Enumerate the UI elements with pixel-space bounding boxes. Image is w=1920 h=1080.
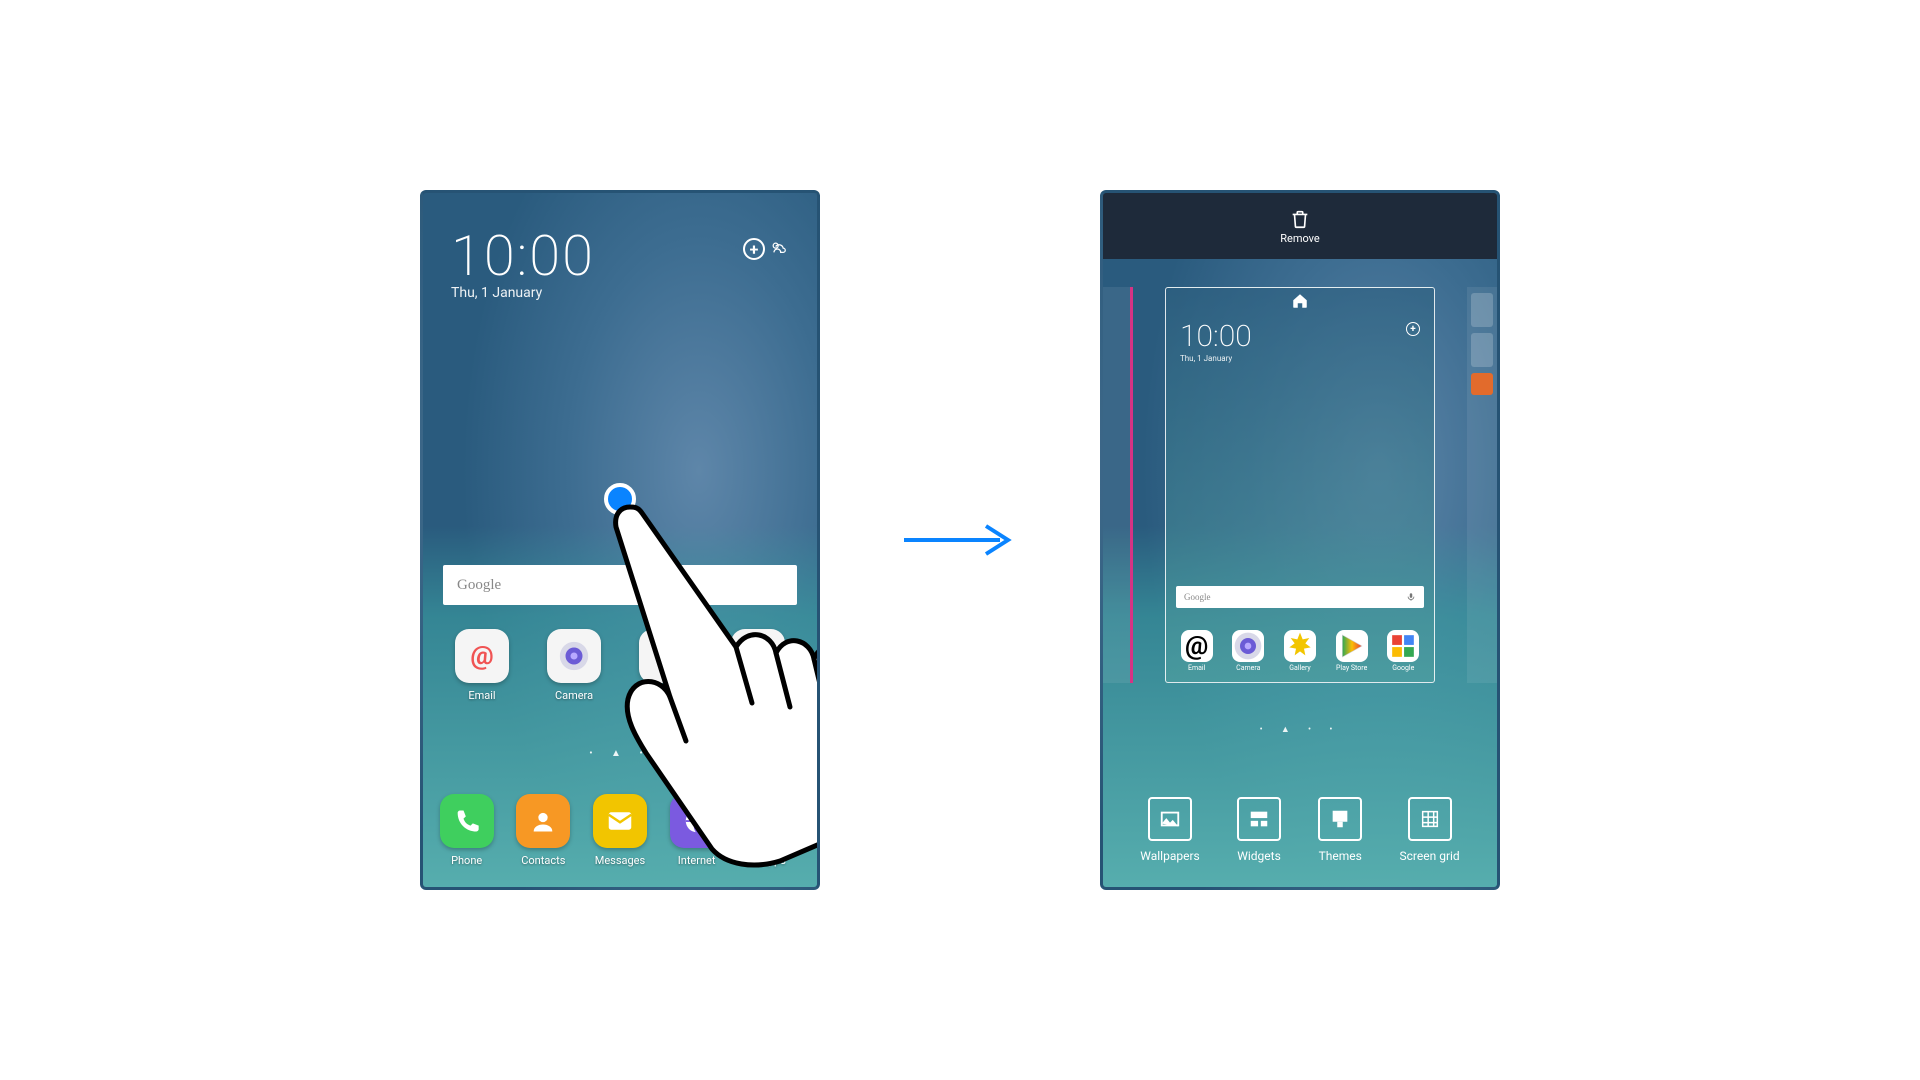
email-icon: @ xyxy=(455,629,509,683)
home-indicator-icon xyxy=(1166,292,1434,315)
phone-edit-mode: Remove 10:00 Thu, 1 January + Google @ Em… xyxy=(1100,190,1500,890)
edit-option-label: Widgets xyxy=(1237,849,1281,863)
clock-time: 10:00 xyxy=(451,223,595,289)
weather-widget[interactable]: + xyxy=(743,238,789,260)
camera-icon xyxy=(1232,630,1264,662)
trash-icon xyxy=(1289,208,1311,230)
arrow-right-icon xyxy=(900,520,1020,560)
email-icon: @ xyxy=(1181,630,1213,662)
mini-app-label: Email xyxy=(1188,664,1205,672)
app-gallery[interactable]: Gallery xyxy=(633,629,699,702)
themes-icon xyxy=(1318,797,1362,841)
mini-app-camera: Camera xyxy=(1227,630,1269,672)
phone-icon xyxy=(440,794,494,848)
app-label: Internet xyxy=(678,854,716,867)
camera-icon xyxy=(547,629,601,683)
edit-option-label: Wallpapers xyxy=(1140,849,1199,863)
mini-add-weather-icon: + xyxy=(1406,322,1420,336)
edit-option-wallpapers[interactable]: Wallpapers xyxy=(1140,797,1199,863)
mini-app-label: Gallery xyxy=(1289,664,1310,672)
clock-date: Thu, 1 January xyxy=(451,285,595,301)
search-label: Google xyxy=(457,577,501,594)
app-label: Messages xyxy=(595,854,645,867)
peek-widget-icon xyxy=(1471,333,1493,367)
mini-app-gallery: Gallery xyxy=(1279,630,1321,672)
app-label: Phone xyxy=(451,854,482,867)
mini-app-email: @ Email xyxy=(1176,630,1218,672)
mini-app-label: Camera xyxy=(1236,664,1260,672)
mini-search-label: Google xyxy=(1184,592,1211,602)
app-row-1: @ Email Camera Gallery Play Store xyxy=(423,629,817,702)
gallery-icon xyxy=(1284,630,1316,662)
screengrid-icon xyxy=(1408,797,1452,841)
remove-bar[interactable]: Remove xyxy=(1103,193,1497,259)
internet-icon xyxy=(670,794,724,848)
mic-icon xyxy=(1406,592,1416,602)
page-peek-right[interactable] xyxy=(1467,287,1497,683)
edit-option-label: Themes xyxy=(1319,849,1362,863)
page-peek-left[interactable] xyxy=(1103,287,1133,683)
remove-label: Remove xyxy=(1280,232,1320,245)
play-icon xyxy=(1336,630,1368,662)
app-label: Gallery xyxy=(649,689,683,702)
mini-app-label: Google xyxy=(1392,664,1414,672)
app-apps[interactable]: Apps xyxy=(740,794,806,867)
page-indicator: • ▲ • xyxy=(423,748,817,759)
widgets-icon xyxy=(1237,797,1281,841)
google-icon xyxy=(1387,630,1419,662)
touch-indicator-icon xyxy=(604,483,636,515)
edit-option-widgets[interactable]: Widgets xyxy=(1237,797,1281,863)
mini-clock-time: 10:00 xyxy=(1180,319,1420,354)
app-label: Camera xyxy=(555,689,593,702)
clock-widget[interactable]: 10:00 Thu, 1 January xyxy=(451,223,595,301)
edit-option-screengrid[interactable]: Screen grid xyxy=(1400,797,1460,863)
apps-icon xyxy=(746,794,800,848)
app-internet[interactable]: Internet xyxy=(664,794,730,867)
app-play[interactable]: Play Store xyxy=(725,629,791,702)
app-phone[interactable]: Phone xyxy=(434,794,500,867)
app-camera[interactable]: Camera xyxy=(541,629,607,702)
peek-widget-icon xyxy=(1471,293,1493,327)
app-contacts[interactable]: Contacts xyxy=(510,794,576,867)
peek-app-icon xyxy=(1471,373,1493,395)
edit-options-row: Wallpapers Widgets Themes Screen grid xyxy=(1103,797,1497,863)
app-label: Apps xyxy=(761,854,786,867)
add-weather-icon[interactable]: + xyxy=(743,238,765,260)
mini-app-play: Play Store xyxy=(1331,630,1373,672)
google-search-bar[interactable]: Google xyxy=(443,565,797,605)
mini-clock-widget: 10:00 Thu, 1 January xyxy=(1166,315,1434,367)
dock-row: Phone Contacts Messages Internet Apps xyxy=(423,794,817,867)
messages-icon xyxy=(593,794,647,848)
app-label: Email xyxy=(468,689,495,702)
phone-home-screen: 10:00 Thu, 1 January + Google @ Email Came… xyxy=(420,190,820,890)
app-label: Contacts xyxy=(521,854,565,867)
homescreen-thumbnail[interactable]: 10:00 Thu, 1 January + Google @ Email Came… xyxy=(1165,287,1435,683)
mini-search-bar: Google xyxy=(1176,586,1424,608)
app-email[interactable]: @ Email xyxy=(449,629,515,702)
mini-app-label: Play Store xyxy=(1336,664,1367,672)
edit-page-indicator: • ▲ • • xyxy=(1103,724,1497,735)
app-label: Play Store xyxy=(733,689,782,702)
edit-option-themes[interactable]: Themes xyxy=(1318,797,1362,863)
wallpapers-icon xyxy=(1148,797,1192,841)
mini-app-row: @ Email Camera Gallery Play Store Google xyxy=(1166,630,1434,672)
mini-clock-date: Thu, 1 January xyxy=(1180,354,1420,363)
mini-app-google: Google xyxy=(1382,630,1424,672)
edit-option-label: Screen grid xyxy=(1400,849,1460,863)
app-messages[interactable]: Messages xyxy=(587,794,653,867)
sun-cloud-icon xyxy=(769,239,789,259)
contacts-icon xyxy=(516,794,570,848)
play-icon xyxy=(731,629,785,683)
gallery-icon xyxy=(639,629,693,683)
